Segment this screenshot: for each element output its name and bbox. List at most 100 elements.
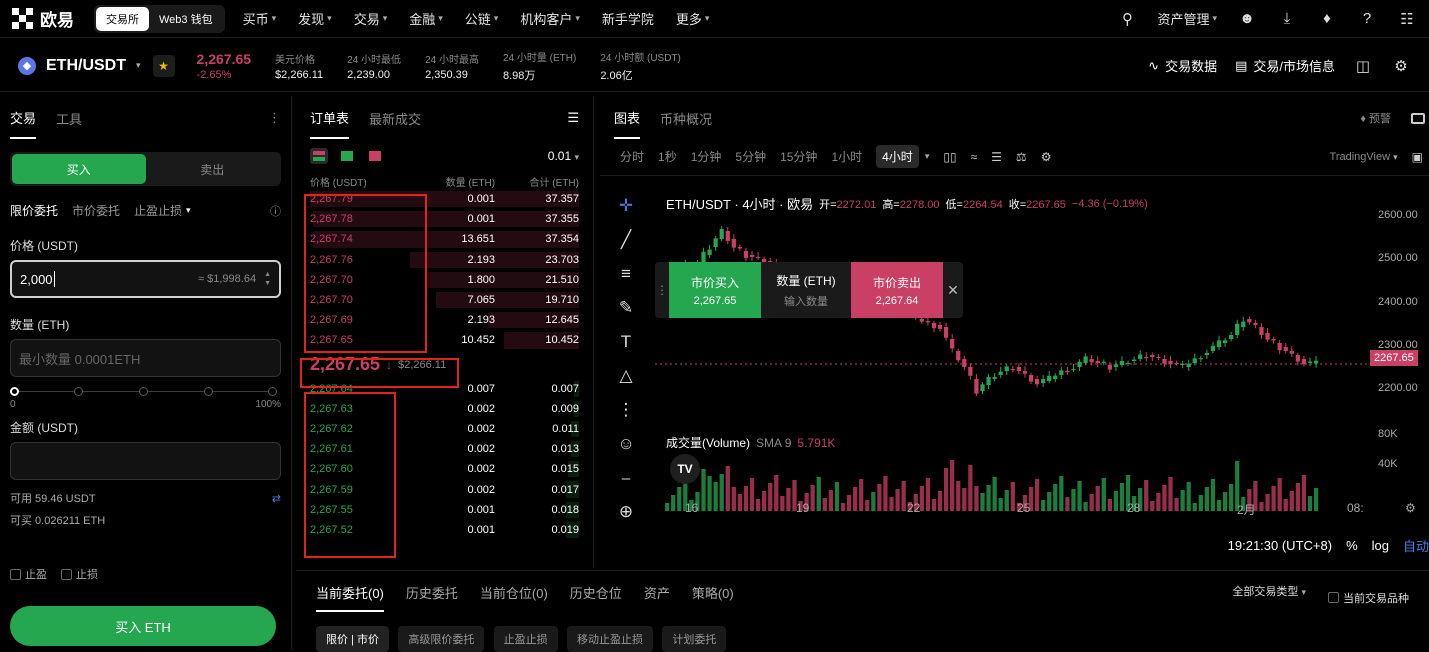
candlestick-chart[interactable] [655,211,1370,521]
chevron-down-icon[interactable]: ▾ [186,205,191,216]
pill-trailing-stop[interactable]: 移动止盈止损 [567,626,654,652]
interval-tick[interactable]: 分时 [620,148,644,165]
nav-buy-crypto[interactable]: 买币 ▾ [243,9,277,28]
slider-stop[interactable] [74,387,83,396]
tab-tools[interactable]: 工具 [56,109,82,128]
download-icon[interactable]: ⤓ [1277,9,1297,29]
pattern-icon[interactable]: △ [619,366,632,386]
tradingview-logo[interactable]: TV [670,454,700,484]
nav-more[interactable]: 更多 ▾ [676,9,710,28]
slider-stop[interactable] [204,387,213,396]
tab-latest-trades[interactable]: 最新成交 [369,109,421,128]
nav-academy[interactable]: 新手学院 [602,9,654,28]
tab-position-history[interactable]: 历史仓位 [570,583,622,612]
view-bids-icon[interactable] [338,148,356,164]
tab-open-orders[interactable]: 当前委托(0) [316,583,384,612]
nav-finance[interactable]: 金融 ▾ [409,9,443,28]
market-info-button[interactable]: ▤ 交易/市场信息 [1235,56,1335,75]
drag-handle-icon[interactable]: ⋮ [655,262,669,318]
tab-order-book[interactable]: 订单表 [310,108,350,139]
fib-lines-icon[interactable]: ≡ [621,264,631,284]
tab-web3-wallet[interactable]: Web3 钱包 [149,7,223,31]
trade-data-button[interactable]: ∿ 交易数据 [1148,56,1217,75]
tab-strategies[interactable]: 策略(0) [692,583,734,612]
tab-order-history[interactable]: 历史委托 [406,583,458,612]
layout-icon[interactable]: ◫ [1353,56,1373,76]
search-icon[interactable]: ⚲ [1117,9,1137,29]
percent-toggle[interactable]: % [1346,538,1358,553]
text-tool-icon[interactable]: T [621,332,631,352]
view-both-icon[interactable] [310,148,328,164]
settings-sliders-icon[interactable]: ☰ [567,110,579,126]
nav-chain[interactable]: 公链 ▾ [465,9,499,28]
stepper-down-icon[interactable]: ▼ [264,279,271,288]
interval-1h[interactable]: 1小时 [831,148,862,165]
nav-discover[interactable]: 发现 ▾ [298,9,332,28]
quantity-input[interactable]: 最小数量 0.0001ETH [10,339,281,377]
info-icon[interactable]: ⓘ [270,203,281,219]
tab-trade[interactable]: 交易 [10,108,37,139]
zoom-in-icon[interactable]: ⊕ [619,502,633,522]
list-icon[interactable]: ☰ [991,150,1002,164]
slider-handle[interactable] [10,387,19,396]
tab-exchange[interactable]: 交易所 [96,6,149,31]
stop-loss-checkbox[interactable]: 止损 [61,566,98,582]
market-sell-button[interactable]: 市价卖出 2,267.64 [851,262,943,318]
tab-coin-overview[interactable]: 币种概况 [660,109,712,128]
pill-trigger-order[interactable]: 计划委托 [662,626,727,652]
precision-select[interactable]: 0.01 ▾ [548,149,579,163]
measure-lines-icon[interactable]: ⋮ [618,400,635,420]
scale-icon[interactable]: ⚖ [1016,150,1027,164]
gear-icon[interactable]: ⚙ [1405,501,1416,515]
provider-select[interactable]: TradingView ▾ [1330,151,1398,163]
screenshot-icon[interactable]: ▣ [1412,150,1423,164]
slider-stop[interactable] [268,387,277,396]
chevron-down-icon[interactable]: ▾ [136,60,141,71]
interval-1m[interactable]: 1分钟 [691,148,722,165]
amount-input[interactable] [10,442,281,480]
logo[interactable]: 欧易 [12,6,74,31]
more-vertical-icon[interactable]: ⋮ [268,110,281,126]
buy-tab[interactable]: 买入 [12,154,146,184]
tab-limit-order[interactable]: 限价委托 [10,202,58,219]
pill-tpsl[interactable]: 止盈止损 [493,626,558,652]
chevron-down-icon[interactable]: ▾ [925,151,930,162]
fullscreen-icon[interactable] [1411,112,1425,124]
buy-eth-button[interactable]: 买入 ETH [10,606,276,646]
view-asks-icon[interactable] [366,148,384,164]
trade-type-filter[interactable]: 全部交易类型 ▾ [1232,583,1306,612]
tab-tpsl-order[interactable]: 止盈止损 [134,202,182,219]
asset-management-menu[interactable]: 资产管理 ▾ [1157,9,1217,28]
tab-market-order[interactable]: 市价委托 [72,202,120,219]
candle-type-icon[interactable]: ▯▯ [943,150,956,164]
pill-limit-market[interactable]: 限价 | 市价 [316,626,389,652]
interval-5m[interactable]: 5分钟 [735,148,766,165]
current-pair-checkbox[interactable]: 当前交易品种 [1328,583,1409,612]
market-buy-button[interactable]: 市价买入 2,267.65 [669,262,761,318]
brush-icon[interactable]: ✎ [619,298,633,318]
crosshair-icon[interactable]: ✛ [619,196,633,216]
emoji-icon[interactable]: ☺ [617,434,634,454]
sell-tab[interactable]: 卖出 [146,154,280,184]
favorite-star-icon[interactable]: ★ [152,54,175,77]
pill-advanced-limit[interactable]: 高级限价委托 [398,626,485,652]
trendline-icon[interactable]: ╱ [621,230,631,250]
take-profit-checkbox[interactable]: 止盈 [10,566,47,582]
quantity-slider[interactable]: 0 100% [10,385,281,410]
nav-institutional[interactable]: 机构客户 ▾ [520,9,580,28]
globe-icon[interactable]: ☷ [1397,9,1417,29]
interval-15m[interactable]: 15分钟 [780,148,817,165]
tab-assets[interactable]: 资产 [644,583,670,612]
slider-stop[interactable] [139,387,148,396]
log-toggle[interactable]: log [1372,538,1389,553]
close-icon[interactable]: ✕ [943,262,963,318]
indicators-icon[interactable]: ≈ [971,150,978,164]
nav-trade[interactable]: 交易 ▾ [354,9,388,28]
stepper-up-icon[interactable]: ▲ [264,270,271,279]
interval-1s[interactable]: 1秒 [658,148,677,165]
pair-selector[interactable]: ETH/USDT [46,57,126,75]
price-input[interactable]: 2,000 ≈ $1,998.64 ▲ ▼ [10,260,281,298]
gear-icon[interactable]: ⚙ [1041,150,1052,164]
transfer-icon[interactable]: ⇄ [272,492,281,505]
tab-positions[interactable]: 当前仓位(0) [480,583,548,612]
